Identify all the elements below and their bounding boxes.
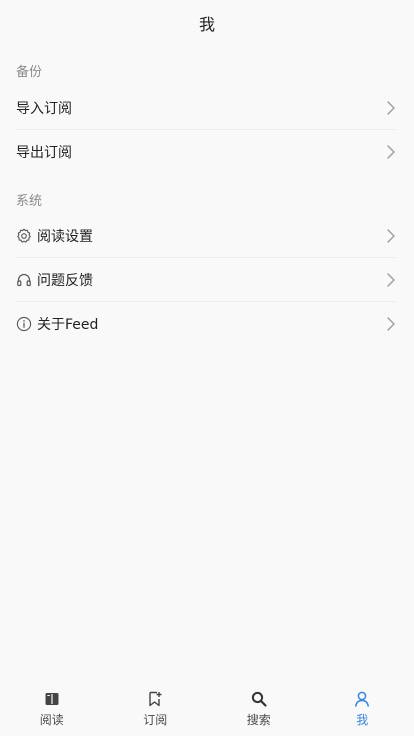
feedback-item[interactable]: 问题反馈: [0, 258, 414, 302]
book-icon: [43, 690, 61, 708]
section-title-system: 系统: [16, 194, 43, 209]
import-subscriptions-item[interactable]: 导入订阅: [0, 86, 414, 130]
headset-icon: [16, 272, 32, 288]
chevron-right-icon: [386, 144, 396, 160]
page-title: 我: [198, 15, 215, 34]
feedback-label: 问题反馈: [37, 273, 93, 289]
chevron-right-icon: [386, 228, 396, 244]
chevron-right-icon: [386, 100, 396, 116]
bottom-tab-bar: 阅读 订阅 搜索 我: [0, 684, 414, 736]
chevron-right-icon: [386, 316, 396, 332]
tab-me-label: 我: [356, 713, 369, 727]
tab-read[interactable]: 阅读: [0, 684, 104, 736]
gear-icon: [16, 228, 32, 244]
chevron-right-icon: [386, 272, 396, 288]
nav-header: 我: [0, 0, 414, 46]
export-subscriptions-item[interactable]: 导出订阅: [0, 130, 414, 174]
search-icon: [250, 690, 268, 708]
reading-settings-item[interactable]: 阅读设置: [0, 214, 414, 258]
about-feed-label: 关于Feed: [37, 317, 99, 333]
tab-subscribe-label: 订阅: [143, 713, 168, 727]
reading-settings-label: 阅读设置: [37, 229, 93, 245]
import-subscriptions-label: 导入订阅: [16, 101, 72, 117]
user-icon: [353, 690, 371, 708]
tab-subscribe[interactable]: 订阅: [104, 684, 208, 736]
info-icon: [16, 316, 32, 332]
tab-search[interactable]: 搜索: [207, 684, 311, 736]
tab-me[interactable]: 我: [311, 684, 414, 736]
bookmark-add-icon: [146, 690, 164, 708]
section-title-backup: 备份: [16, 65, 43, 80]
about-feed-item[interactable]: 关于Feed: [0, 302, 414, 346]
tab-search-label: 搜索: [246, 713, 271, 727]
export-subscriptions-label: 导出订阅: [16, 145, 72, 161]
tab-read-label: 阅读: [39, 713, 64, 727]
